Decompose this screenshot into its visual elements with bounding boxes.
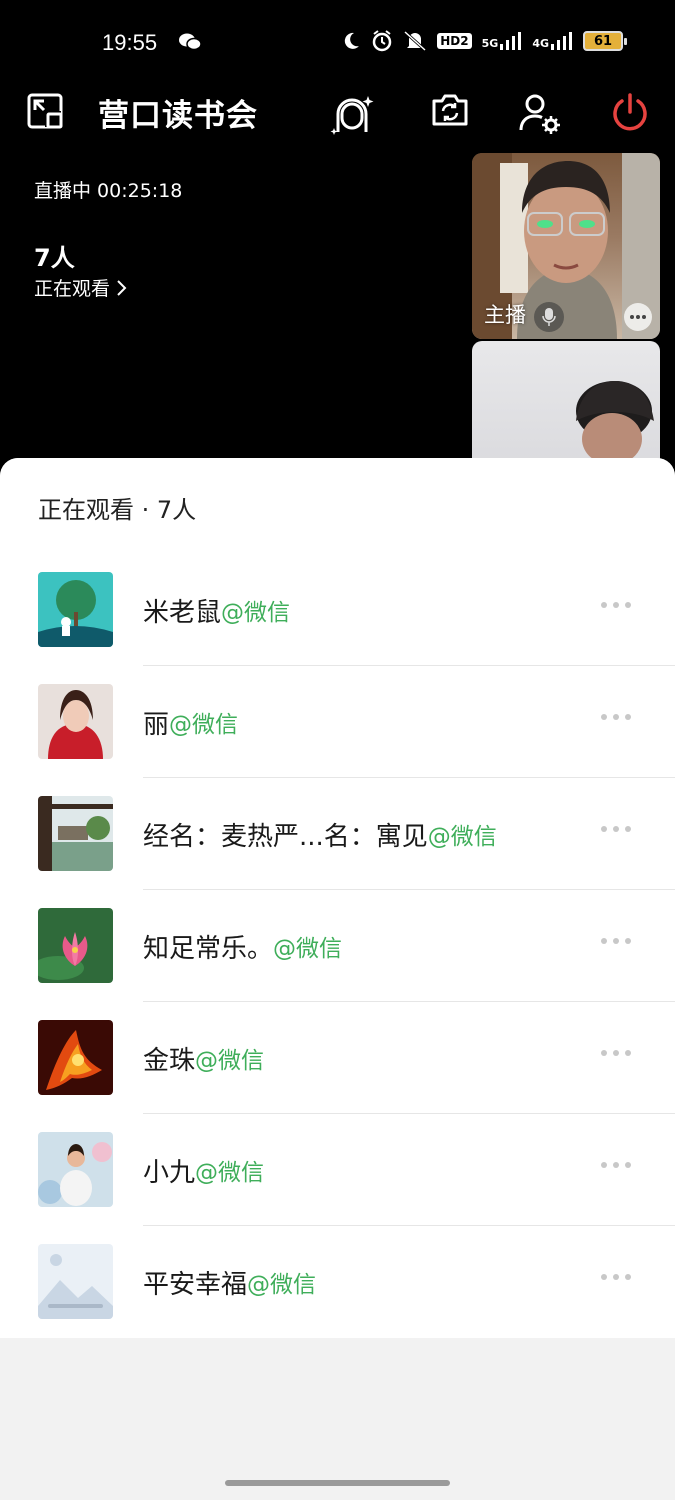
power-end-icon[interactable]: [610, 92, 650, 136]
avatar: [38, 1020, 113, 1095]
viewer-name: 米老鼠: [143, 597, 222, 628]
viewer-source-tag: @微信: [221, 600, 291, 626]
viewer-name: 经名：麦热严...名：寓见: [143, 821, 428, 852]
more-options-icon[interactable]: [601, 602, 631, 608]
viewer-name-line: 小九 @微信: [143, 1114, 264, 1226]
wechat-notification-icon: [178, 32, 202, 56]
avatar: [38, 1244, 113, 1319]
viewer-count: 7人: [34, 244, 75, 272]
avatar: [38, 572, 113, 647]
status-bar: 19:55 HD2 5G 4G 61: [0, 0, 675, 80]
viewer-source-tag: @微信: [169, 712, 239, 738]
status-icons: HD2 5G 4G 61: [341, 30, 627, 52]
alarm-icon: [373, 30, 392, 52]
more-options-icon[interactable]: [601, 1162, 631, 1168]
more-options-icon[interactable]: [601, 1274, 631, 1280]
host-label: 主播: [484, 303, 526, 327]
viewer-name-line: 金珠 @微信: [143, 1002, 264, 1114]
viewer-row[interactable]: 小九 @微信: [0, 1114, 675, 1226]
viewer-row[interactable]: 丽 @微信: [0, 666, 675, 778]
avatar: [38, 796, 113, 871]
viewer-name: 小九: [143, 1157, 196, 1188]
beauty-filter-icon[interactable]: [330, 92, 376, 140]
viewer-list: 米老鼠 @微信 丽 @微信 经名：麦热严...名：寓见 @微信 知足常乐。 @微…: [0, 554, 675, 1338]
avatar: [38, 1132, 113, 1207]
avatar: [38, 908, 113, 983]
member-settings-icon[interactable]: [518, 92, 562, 140]
more-options-icon[interactable]: [601, 826, 631, 832]
more-options-icon[interactable]: [601, 938, 631, 944]
home-indicator[interactable]: [225, 1480, 450, 1486]
signal-5g-icon: 5G: [482, 32, 523, 50]
status-time: 19:55: [102, 30, 158, 55]
switch-camera-icon[interactable]: [430, 92, 470, 132]
viewer-name-line: 知足常乐。 @微信: [143, 890, 342, 1002]
viewer-row[interactable]: 金珠 @微信: [0, 1002, 675, 1114]
moon-icon: [345, 32, 360, 49]
viewer-row[interactable]: 知足常乐。 @微信: [0, 890, 675, 1002]
viewer-source-tag: @微信: [273, 936, 343, 962]
more-options-icon[interactable]: [601, 714, 631, 720]
microphone-icon: [534, 302, 564, 332]
viewer-row[interactable]: 平安幸福 @微信: [0, 1226, 675, 1338]
sheet-title: 正在观看 · 7人: [38, 496, 197, 524]
viewer-name-line: 经名：麦热严...名：寓见 @微信: [143, 778, 497, 890]
hd-icon: HD2: [437, 33, 472, 49]
viewer-name-line: 丽 @微信: [143, 666, 238, 778]
viewer-name-line: 米老鼠 @微信: [143, 554, 290, 666]
watching-link[interactable]: 正在观看: [34, 274, 128, 301]
room-title: 营口读书会: [98, 98, 258, 134]
viewer-name: 丽: [143, 709, 170, 740]
viewer-row[interactable]: 经名：麦热严...名：寓见 @微信: [0, 778, 675, 890]
minimize-window-icon[interactable]: [26, 92, 64, 134]
viewer-source-tag: @微信: [195, 1160, 265, 1186]
chevron-right-icon: [117, 279, 127, 296]
host-more-icon[interactable]: [624, 303, 652, 331]
viewer-source-tag: @微信: [427, 824, 497, 850]
viewer-list-sheet: 正在观看 · 7人 米老鼠 @微信 丽 @微信 经名：麦热严...名：寓见 @微…: [0, 458, 675, 1500]
viewer-name: 金珠: [143, 1045, 196, 1076]
battery-indicator: 61: [583, 31, 627, 51]
viewer-name: 平安幸福: [143, 1269, 248, 1300]
viewer-name: 知足常乐。: [143, 933, 274, 964]
viewer-name-line: 平安幸福 @微信: [143, 1226, 316, 1338]
host-video-tile[interactable]: 主播: [472, 153, 660, 339]
watching-link-label: 正在观看: [34, 278, 111, 300]
more-options-icon[interactable]: [601, 1050, 631, 1056]
mute-icon: [404, 30, 427, 52]
viewer-row[interactable]: 米老鼠 @微信: [0, 554, 675, 666]
signal-4g-icon: 4G: [532, 32, 573, 50]
viewer-source-tag: @微信: [247, 1272, 317, 1298]
viewer-source-tag: @微信: [195, 1048, 265, 1074]
live-duration: 直播中 00:25:18: [34, 180, 183, 202]
avatar: [38, 684, 113, 759]
